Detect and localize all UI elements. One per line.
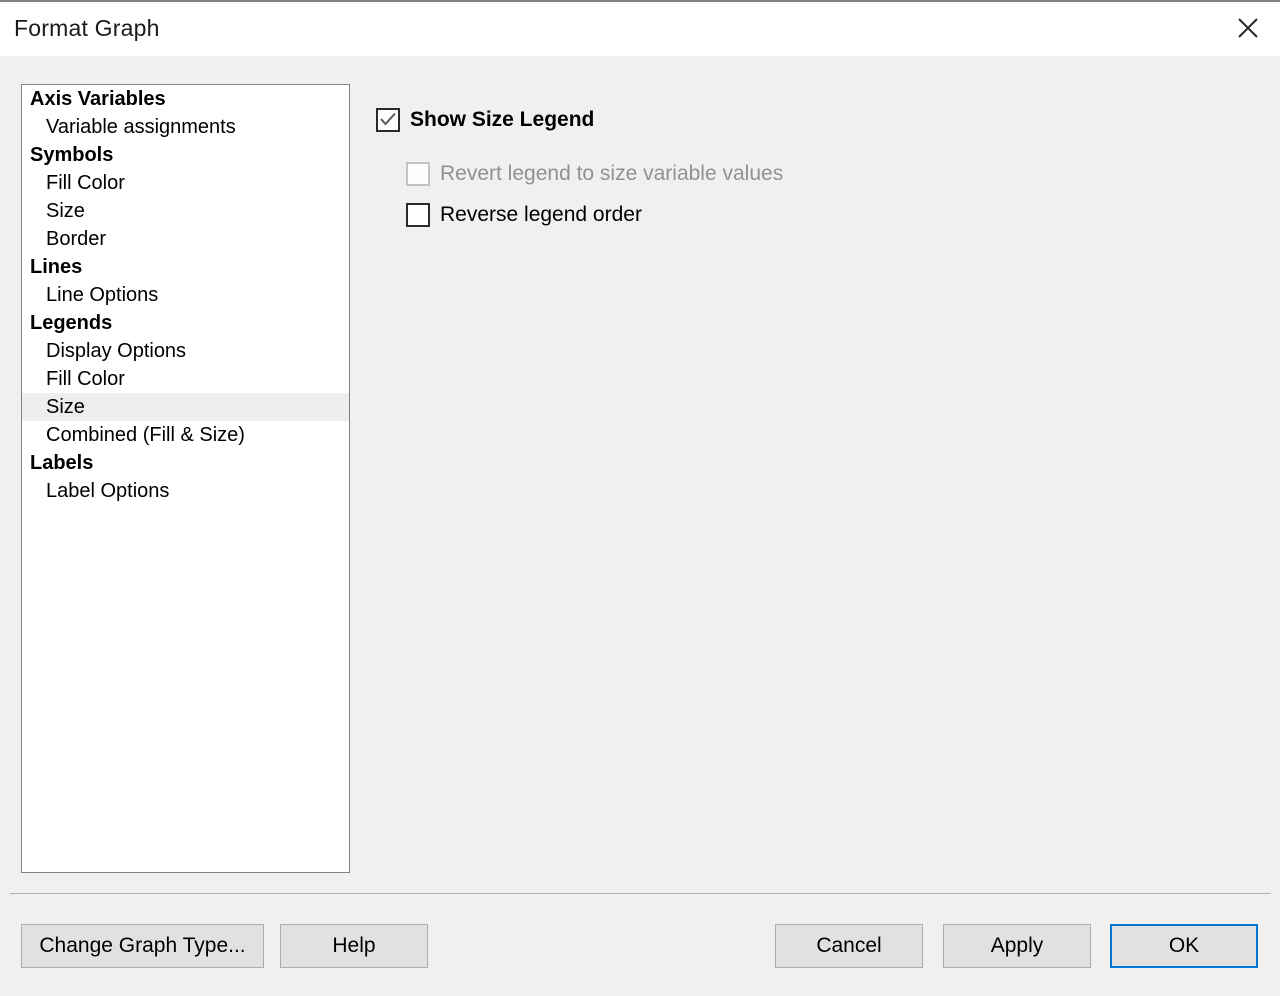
reverse-legend-order-label: Reverse legend order (440, 203, 642, 226)
list-item[interactable]: Fill Color (22, 365, 349, 393)
list-item[interactable]: Border (22, 225, 349, 253)
revert-legend-row: Revert legend to size variable values (406, 162, 783, 186)
list-item[interactable]: Label Options (22, 477, 349, 505)
list-item[interactable]: Line Options (22, 281, 349, 309)
show-size-legend-row[interactable]: Show Size Legend (376, 108, 594, 132)
revert-legend-checkbox (406, 162, 430, 186)
change-graph-type-button[interactable]: Change Graph Type... (21, 924, 264, 968)
list-item[interactable]: Size (22, 197, 349, 225)
help-button[interactable]: Help (280, 924, 428, 968)
cancel-button[interactable]: Cancel (775, 924, 923, 968)
list-item[interactable]: Fill Color (22, 169, 349, 197)
list-item[interactable]: Combined (Fill & Size) (22, 421, 349, 449)
apply-button[interactable]: Apply (943, 924, 1091, 968)
list-item[interactable]: Labels (22, 449, 349, 477)
footer-divider (10, 893, 1271, 894)
page-title: Format Graph (14, 15, 160, 41)
show-size-legend-label: Show Size Legend (410, 108, 595, 131)
list-item[interactable]: Legends (22, 309, 349, 337)
show-size-legend-checkbox[interactable] (376, 108, 400, 132)
category-listbox[interactable]: Axis Variables Variable assignments Symbol… (21, 84, 350, 873)
close-icon (1237, 17, 1259, 39)
options-pane: Show Size Legend Revert legend to size v… (374, 84, 1254, 873)
list-item[interactable]: Display Options (22, 337, 349, 365)
list-item[interactable]: Axis Variables (22, 85, 349, 113)
list-item[interactable]: Variable assignments (22, 113, 349, 141)
checkmark-icon (379, 111, 397, 134)
list-item[interactable]: Symbols (22, 141, 349, 169)
window-top-edge (0, 0, 1280, 2)
reverse-legend-order-checkbox[interactable] (406, 203, 430, 227)
list-item-selected[interactable]: Size (22, 393, 349, 421)
close-button[interactable] (1216, 0, 1280, 55)
ok-button[interactable]: OK (1110, 924, 1258, 968)
title-bar: Format Graph (0, 0, 1280, 56)
revert-legend-label: Revert legend to size variable values (440, 162, 784, 185)
reverse-legend-order-row[interactable]: Reverse legend order (406, 203, 642, 227)
list-item[interactable]: Lines (22, 253, 349, 281)
